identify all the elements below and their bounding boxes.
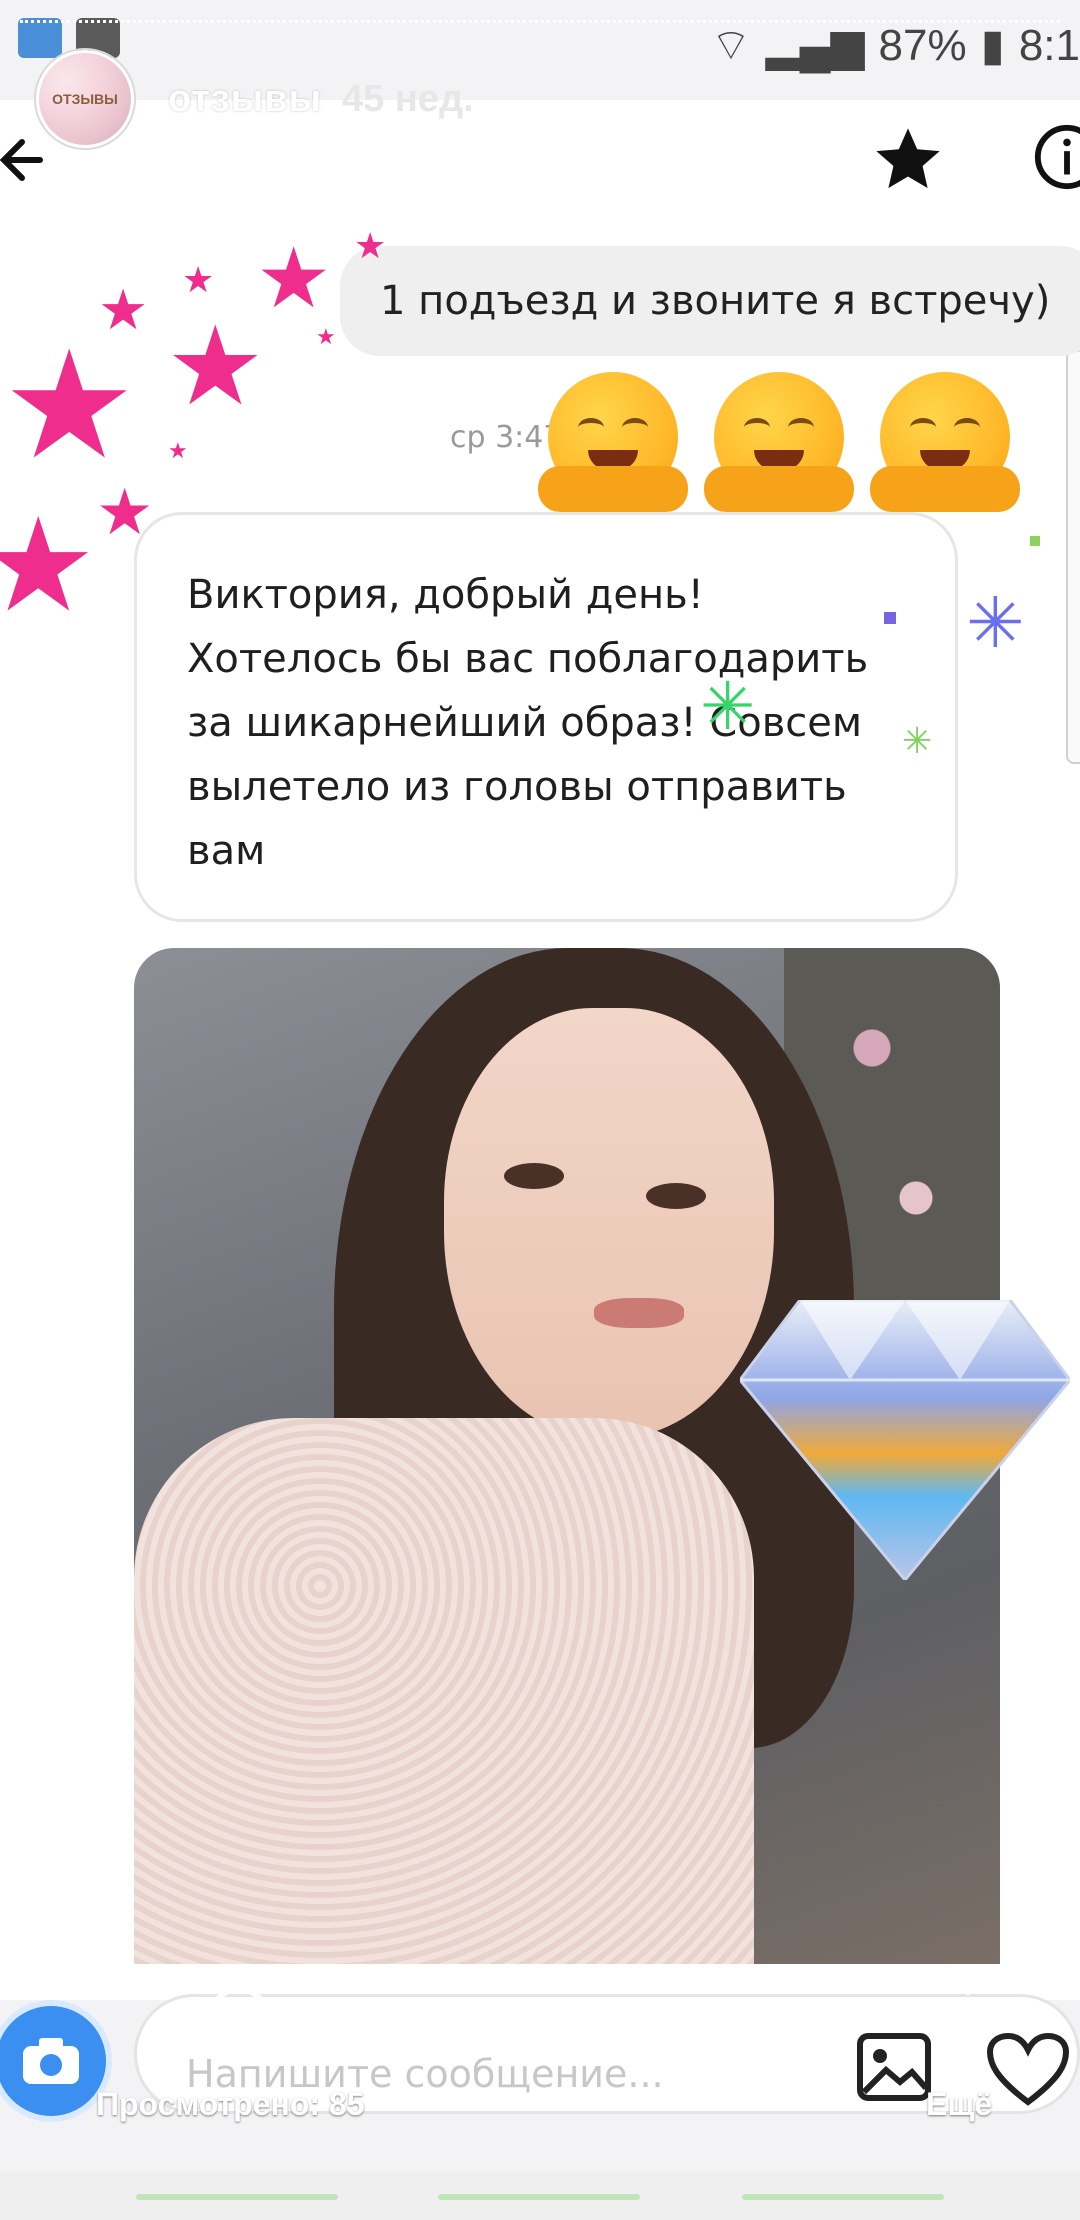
message-timestamp: ср 3:47: [450, 420, 563, 455]
message-line: Виктория, добрый день!: [187, 572, 704, 618]
info-icon[interactable]: [1032, 122, 1080, 192]
pink-star-icon: ★: [354, 225, 387, 266]
heart-icon[interactable]: [986, 2032, 1070, 2108]
pink-star-icon: ★: [98, 278, 149, 341]
pink-star-icon: ★: [316, 324, 336, 349]
clock: 8:1: [1018, 20, 1080, 70]
message-bubble: Виктория, добрый день! Хотелось бы вас п…: [134, 512, 958, 922]
photo-eye: [646, 1183, 706, 1209]
hugging-face-emoji-icon: [538, 372, 688, 512]
camera-icon: [23, 2038, 79, 2084]
battery-icon: ▮: [980, 21, 1005, 70]
gesture-hint: [742, 2194, 944, 2200]
message-line: вылетело из головы отправить: [187, 764, 847, 810]
signal-icon: ▂▄▆: [765, 21, 865, 70]
story-avatar[interactable]: ОТЗЫВЫ: [36, 50, 134, 148]
photo-lips: [594, 1298, 684, 1328]
blue-sparkle-icon: ✳: [966, 584, 1025, 662]
photo-lace-dress: [134, 1418, 754, 1964]
received-message-text: 1 подъезд и звоните я встречу): [380, 278, 1051, 324]
pink-star-icon: ★: [2, 321, 137, 489]
sparkle-dot: [1030, 536, 1040, 546]
pink-star-icon: ★: [168, 438, 188, 463]
sparkle-dot: [884, 612, 896, 624]
hugging-face-emoji-icon: [704, 372, 854, 512]
green-sparkle-icon: ✳: [902, 720, 933, 761]
pink-star-icon: ★: [182, 259, 215, 300]
message-line: вам: [187, 828, 266, 874]
swipe-up-icon[interactable]: [206, 1976, 272, 2042]
pink-star-icon: ★: [166, 305, 265, 428]
photo-eye: [504, 1163, 564, 1189]
message-line: Хотелось бы вас поблагодарить: [187, 636, 869, 682]
star-icon[interactable]: [870, 122, 946, 198]
scrollbar[interactable]: [1066, 350, 1080, 764]
gesture-hint: [438, 2194, 640, 2200]
story-posted-ago: 45 нед.: [342, 77, 474, 120]
more-button[interactable]: Ещё: [926, 2086, 992, 2123]
emoji-reaction-row: [538, 372, 1020, 512]
diamond-sticker-icon: [740, 1300, 1070, 1580]
gallery-icon[interactable]: [856, 2032, 932, 2102]
avatar-label: ОТЗЫВЫ: [52, 91, 118, 107]
battery-percent: 87%: [878, 20, 967, 70]
viewed-count[interactable]: Просмотрено: 85: [96, 2086, 365, 2123]
pink-star-icon: ★: [256, 231, 332, 325]
photo-face: [444, 1008, 774, 1438]
gesture-hint: [136, 2194, 338, 2200]
message-line: за шикарнейший образ! Совсем: [187, 700, 863, 746]
hugging-face-emoji-icon: [870, 372, 1020, 512]
pink-star-icon: ★: [0, 492, 97, 638]
story-account-name[interactable]: отзывы: [168, 78, 322, 121]
more-options-icon[interactable]: ⋮: [954, 1986, 982, 2019]
story-header: ОТЗЫВЫ отзывы 45 нед.: [36, 50, 474, 148]
green-sparkle-icon: ✳: [700, 669, 756, 743]
received-message-bubble: 1 подъезд и звоните я встречу): [340, 246, 1080, 356]
status-indicators: ⌔ ▂▄▆ 87% ▮ 8:1: [710, 18, 1080, 73]
wifi-icon: ⌔: [710, 21, 752, 70]
